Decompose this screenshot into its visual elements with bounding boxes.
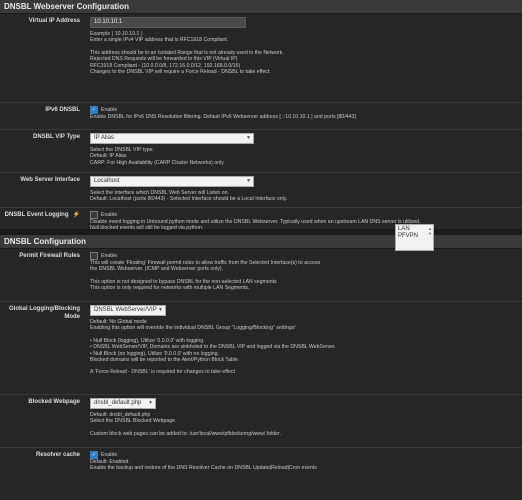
check-icon: ✓ — [91, 452, 97, 458]
firewall-interface-listbox[interactable]: LAN PFVPN ▲ ▼ — [395, 224, 434, 251]
globallog-help-reload: A 'Force Reload - DNSBL' is required for… — [90, 369, 235, 376]
config-panel: DNSBL Configuration Permit Firewall Rule… — [0, 235, 522, 500]
webserver-panel-title: DNSBL Webserver Configuration — [0, 0, 522, 14]
globallog-label-line1: Global Logging/Blocking — [9, 306, 80, 312]
ipv6-checkbox[interactable]: ✓ — [90, 106, 98, 114]
logging-label: DNSBL Event Logging — [4, 212, 69, 218]
blockpage-select[interactable]: dnsbl_default.php ▼ — [90, 398, 156, 409]
globallog-label-wrap: Global Logging/Blocking Mode — [0, 302, 84, 394]
blockpage-row: Blocked Webpage dnsbl_default.php ▼ Defau… — [0, 395, 522, 448]
logging-row: DNSBL Event Logging ⚡ Enable Disable even… — [0, 208, 522, 234]
viptype-label: DNSBL VIP Type — [32, 134, 80, 140]
firewall-checkbox[interactable] — [90, 252, 98, 260]
globallog-label-line2: Mode — [64, 314, 80, 320]
lightning-bolt-icon: ⚡ — [72, 212, 80, 218]
ipv6-label: IPv6 DNSBL — [45, 107, 80, 113]
webserver-panel: DNSBL Webserver Configuration Virtual IP… — [0, 0, 522, 231]
firewall-label: Permit Firewall Rules — [19, 253, 80, 259]
logging-help-null: Null blocked events will still be logged… — [90, 225, 204, 232]
blockpage-help-custom: Custom block web pages can be added to: … — [90, 430, 281, 437]
chevron-down-icon: ▼ — [246, 178, 251, 184]
cache-row: Resolver cache ✓ Enable Default: Enabled… — [0, 448, 522, 484]
chevron-down-icon: ▼ — [158, 307, 163, 313]
firewall-row: Permit Firewall Rules Enable This will c… — [0, 249, 522, 302]
firewall-help-required: This option is only required for network… — [90, 285, 250, 292]
cache-help-backup: Enable the backup and restore of the DNS… — [90, 465, 317, 472]
iface-help-default: Default: Localhost (ports 80/443) - Sele… — [90, 196, 288, 203]
logging-label-wrap: DNSBL Event Logging ⚡ — [0, 208, 84, 234]
ipv6-check-label: Enable — [101, 106, 118, 113]
cache-label: Resolver cache — [35, 452, 80, 458]
logging-checkbox[interactable] — [90, 211, 98, 219]
vip-input[interactable]: 10.10.10.1 — [90, 17, 246, 28]
vip-label: Virtual IP Address — [28, 18, 80, 24]
viptype-row: DNSBL VIP Type IP Alias ▼ Select the DNSB… — [0, 130, 522, 173]
iface-row: Web Server Interface Localhost ▼ Select t… — [0, 173, 522, 208]
viptype-select[interactable]: IP Alias ▼ — [90, 133, 254, 144]
ipv6-help: Enable DNSBL for IPv6 DNS Resolution fil… — [90, 114, 356, 120]
viptype-help-carp: CARP: For High Availability (CARP Cluste… — [90, 159, 224, 166]
scrollbar-arrows-icon[interactable]: ▲ ▼ — [428, 226, 432, 236]
globallog-row: Global Logging/Blocking Mode DNSBL WebSer… — [0, 302, 522, 395]
logging-check-label: Enable — [101, 211, 118, 218]
cache-checkbox[interactable]: ✓ — [90, 451, 98, 459]
iface-value: Localhost — [94, 178, 120, 184]
blockpage-value: dnsbl_default.php — [94, 400, 142, 406]
chevron-down-icon: ▼ — [148, 400, 153, 406]
viptype-value: IP Alias — [94, 135, 114, 141]
cache-check-label: Enable — [101, 451, 118, 458]
listbox-option-lan[interactable]: LAN — [398, 226, 431, 233]
vip-help-reload: Changes to the DNSBL VIP will require a … — [90, 69, 271, 76]
chevron-down-icon: ▼ — [246, 135, 251, 141]
firewall-check-label: Enable — [101, 252, 118, 259]
vip-row: Virtual IP Address 10.10.10.1 Example ( … — [0, 14, 522, 103]
globallog-select[interactable]: DNSBL WebServer/VIP ▼ — [90, 305, 166, 316]
iface-select[interactable]: Localhost ▼ — [90, 176, 254, 187]
globallog-value: DNSBL WebServer/VIP — [94, 307, 157, 313]
config-panel-title: DNSBL Configuration — [0, 235, 522, 249]
ipv6-row: IPv6 DNSBL ✓ Enable Enable DNSBL for IPv… — [0, 103, 522, 130]
iface-label: Web Server Interface — [20, 177, 80, 183]
blockpage-label: Blocked Webpage — [28, 399, 80, 405]
listbox-option-pfvpn[interactable]: PFVPN — [398, 233, 431, 240]
check-icon: ✓ — [91, 107, 97, 113]
